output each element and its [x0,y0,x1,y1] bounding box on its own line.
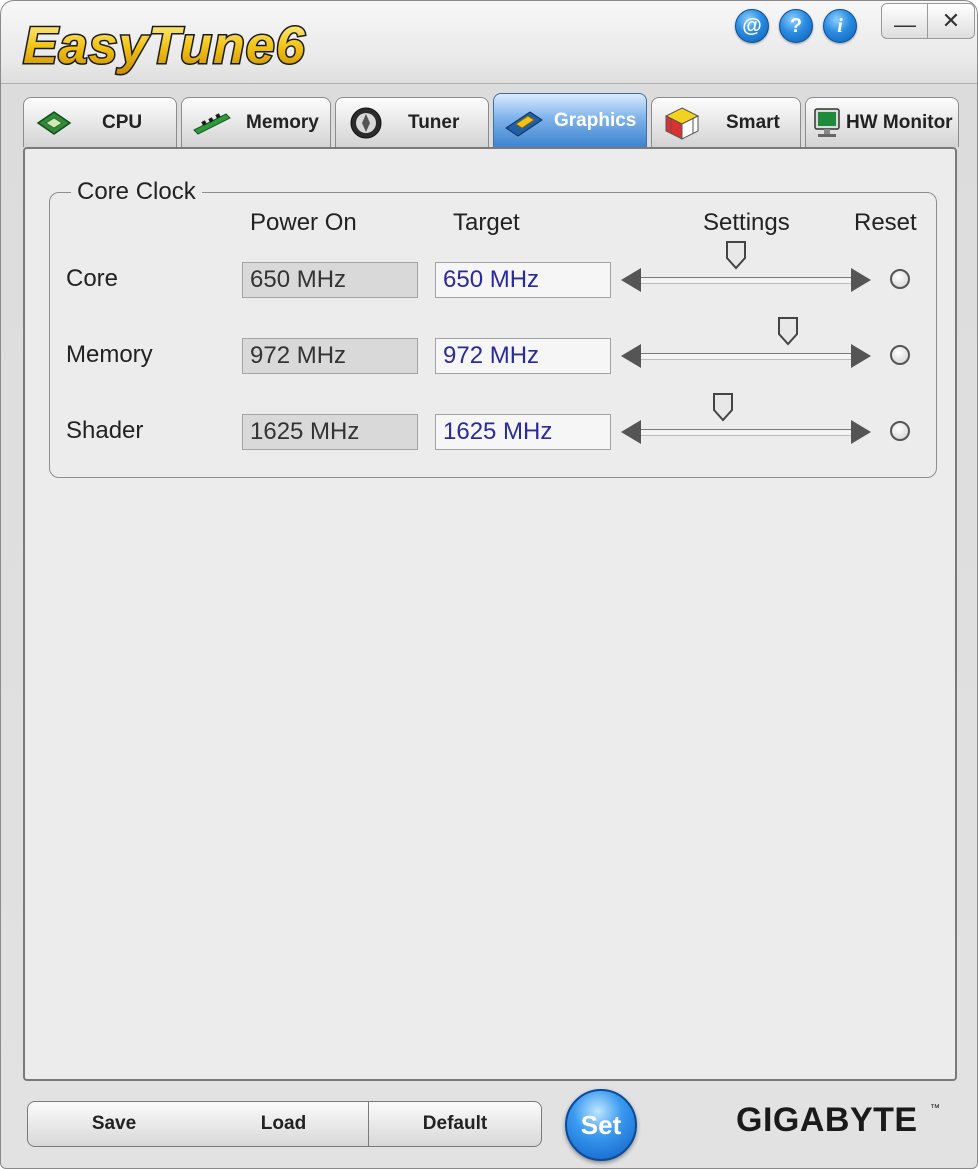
column-reset: Reset [854,209,917,236]
target-field-shader[interactable]: 1625 MHz [435,414,611,450]
row-label-core: Core [66,265,119,292]
arrow-right-icon[interactable] [851,344,871,368]
column-power-on: Power On [250,209,357,236]
title-separator [1,83,977,84]
tab-label: CPU [102,111,143,133]
slider-thumb[interactable] [724,240,748,270]
power-on-value-memory: 972 MHz [242,338,418,374]
tab-label: Graphics [554,109,637,131]
power-on-value-shader: 1625 MHz [242,414,418,450]
tab-label: Memory [246,111,319,133]
target-field-memory[interactable]: 972 MHz [435,338,611,374]
reset-radio-core[interactable] [890,269,910,289]
memory-module-icon [193,112,231,135]
easytune-window: EasyTune6 @ ? i — ✕ CPU Memory Tuner Gra… [0,0,978,1169]
cpu-chip-icon [36,110,72,135]
info-icon[interactable]: i [823,9,857,43]
arrow-left-icon[interactable] [621,420,641,444]
tab-hw-monitor[interactable]: HW Monitor [805,97,959,147]
help-icon[interactable]: ? [779,9,813,43]
row-label-memory: Memory [66,341,153,368]
tab-memory[interactable]: Memory [181,97,331,147]
power-on-value-core: 650 MHz [242,262,418,298]
web-icon[interactable]: @ [735,9,769,43]
trademark-mark: ™ [930,1103,940,1114]
set-button[interactable]: Set [565,1089,637,1161]
arrow-left-icon[interactable] [621,268,641,292]
tab-smart[interactable]: Smart [651,97,801,147]
tab-tuner[interactable]: Tuner [335,97,489,147]
reset-radio-shader[interactable] [890,421,910,441]
monitor-icon [814,107,840,137]
cube-icon [664,106,700,140]
minimize-button[interactable]: — [881,3,929,39]
slider-memory[interactable] [619,317,873,376]
column-target: Target [453,209,520,236]
target-field-core[interactable]: 650 MHz [435,262,611,298]
slider-track [641,277,851,284]
slider-track [641,429,851,436]
default-button[interactable]: Default [368,1101,542,1147]
slider-shader[interactable] [619,393,873,452]
load-button[interactable]: Load [199,1101,369,1147]
slider-core[interactable] [619,241,873,300]
tab-label: Tuner [408,111,460,133]
arrow-right-icon[interactable] [851,420,871,444]
gigabyte-logo: GIGABYTE [736,1101,918,1139]
column-settings: Settings [703,209,790,236]
save-button[interactable]: Save [27,1101,201,1147]
slider-track [641,353,851,360]
slider-thumb[interactable] [711,392,735,422]
easytune6-logo: EasyTune6 [22,16,307,77]
tab-label: Smart [726,111,780,133]
arrow-left-icon[interactable] [621,344,641,368]
slider-thumb[interactable] [776,316,800,346]
tab-graphics[interactable]: Graphics [493,93,647,147]
tab-cpu[interactable]: CPU [23,97,177,147]
row-label-shader: Shader [66,417,144,444]
tab-label: HW Monitor [846,111,953,133]
tab-bar: CPU Memory Tuner Graphics Smart HW Monit… [23,93,959,149]
group-title: Core Clock [71,178,202,206]
graphics-card-icon [505,110,543,137]
tuner-dial-icon [350,107,382,138]
svg-text:EasyTune6: EasyTune6 [23,17,306,75]
close-button[interactable]: ✕ [927,3,975,39]
arrow-right-icon[interactable] [851,268,871,292]
reset-radio-memory[interactable] [890,345,910,365]
